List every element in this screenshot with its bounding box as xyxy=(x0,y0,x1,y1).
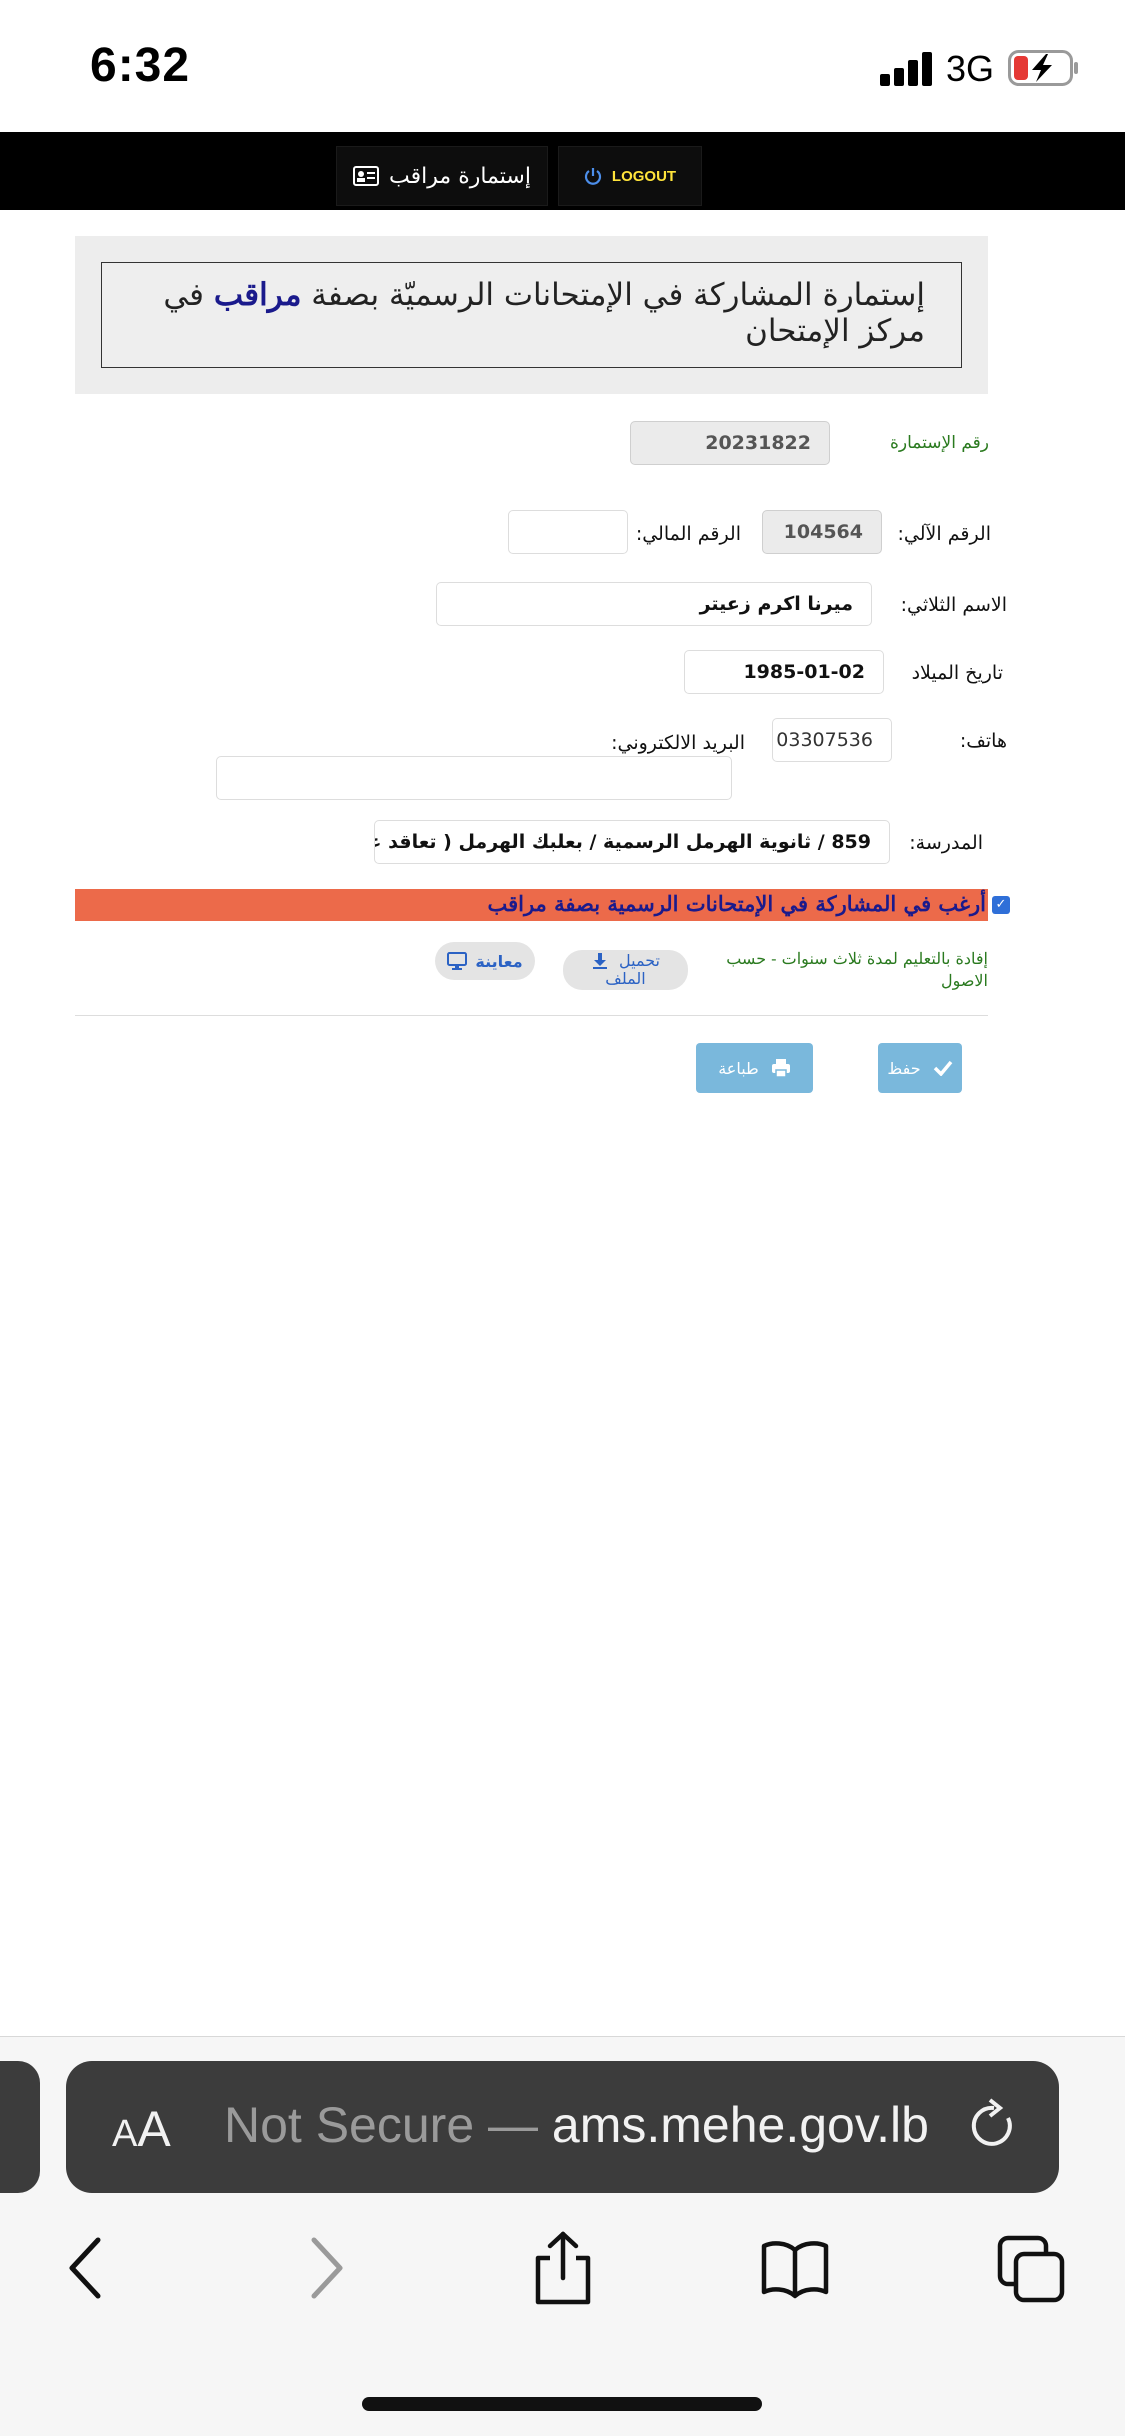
form-number-label: رقم الإستمارة xyxy=(890,433,989,453)
logout-button[interactable]: LOGOUT xyxy=(558,146,702,206)
upload-file-button[interactable]: تحميل الملف xyxy=(563,950,688,990)
full-name-input[interactable]: ميرنا اكرم زعيتر xyxy=(436,582,872,626)
url-text[interactable]: Not Secure — ams.mehe.gov.lb xyxy=(224,2096,929,2154)
save-label: حفظ xyxy=(887,1058,921,1078)
logout-label: LOGOUT xyxy=(611,167,677,185)
check-icon xyxy=(933,1060,952,1076)
observer-form-nav-button[interactable]: إستمارة مراقب xyxy=(336,146,548,206)
financial-number-input[interactable] xyxy=(508,510,628,554)
tabs-icon[interactable] xyxy=(996,2230,1066,2306)
network-type: 3G xyxy=(946,48,995,89)
power-icon xyxy=(584,168,601,185)
signal-bars-icon xyxy=(880,52,936,86)
share-icon[interactable] xyxy=(528,2230,598,2306)
url-domain: ams.mehe.gov.lb xyxy=(551,2097,929,2153)
email-input[interactable] xyxy=(216,756,732,800)
preview-label: معاينة xyxy=(475,951,523,971)
reload-icon[interactable] xyxy=(964,2096,1020,2156)
participation-strip: ✓ أرغب في المشاركة في الإمتحانات الرسمية… xyxy=(75,889,1010,921)
participation-checkbox[interactable]: ✓ xyxy=(992,896,1010,914)
reader-settings-button[interactable]: AA xyxy=(112,2100,171,2158)
birth-date-label: تاريخ الميلاد xyxy=(911,662,1003,684)
upload-label-line-1: تحميل xyxy=(619,951,660,970)
download-icon xyxy=(593,953,607,969)
auto-number-label: الرقم الآلي: xyxy=(897,523,991,545)
adjacent-tab-preview[interactable] xyxy=(0,2061,40,2193)
print-label: طباعة xyxy=(718,1058,759,1078)
title-panel: إستمارة المشاركة في الإمتحانات الرسميّة … xyxy=(75,236,988,394)
bookmarks-icon[interactable] xyxy=(760,2230,830,2306)
email-label: البريد الالكتروني: xyxy=(611,732,745,754)
school-label: المدرسة: xyxy=(909,832,983,854)
id-card-icon xyxy=(353,166,380,186)
phone-label: هاتف: xyxy=(959,730,1007,752)
top-nav: إستمارة مراقب LOGOUT xyxy=(0,132,1125,210)
home-indicator xyxy=(362,2397,762,2411)
battery-charging-icon xyxy=(1008,50,1078,86)
monitor-icon xyxy=(447,952,468,970)
page-title: إستمارة المشاركة في الإمتحانات الرسميّة … xyxy=(101,262,962,368)
print-button[interactable]: طباعة xyxy=(696,1043,813,1093)
preview-button[interactable]: معاينة xyxy=(435,942,535,980)
save-button[interactable]: حفظ xyxy=(878,1043,962,1093)
auto-number-field: 104564 xyxy=(762,510,882,554)
status-time: 6:32 xyxy=(90,39,191,92)
attachment-note: إفادة بالتعليم لمدة ثلاث سنوات - حسب الا… xyxy=(726,949,988,990)
title-part-1: إستمارة المشاركة في الإمتحانات الرسميّة … xyxy=(311,277,925,313)
url-security-label: Not Secure — xyxy=(224,2097,552,2153)
divider xyxy=(75,1015,988,1016)
financial-number-label: الرقم المالي: xyxy=(635,523,741,545)
phone-input[interactable]: 03307536 xyxy=(772,718,892,762)
back-icon[interactable] xyxy=(52,2230,122,2306)
title-highlight: مراقب xyxy=(213,277,302,313)
print-icon xyxy=(771,1059,790,1078)
observer-form-nav-label: إستمارة مراقب xyxy=(389,163,531,189)
full-name-label: الاسم الثلاثي: xyxy=(900,594,1007,616)
upload-label-line-2: الملف xyxy=(605,969,646,988)
participation-label: أرغب في المشاركة في الإمتحانات الرسمية ب… xyxy=(487,891,986,916)
birth-date-input[interactable]: 1985-01-02 xyxy=(684,650,884,694)
school-field[interactable]: 859 / ثانوية الهرمل الرسمية / بعلبك الهر… xyxy=(374,820,890,864)
forward-icon[interactable] xyxy=(290,2230,360,2306)
form-number-field: 20231822 xyxy=(630,421,830,465)
status-bar: 6:32 3G xyxy=(0,0,1125,132)
